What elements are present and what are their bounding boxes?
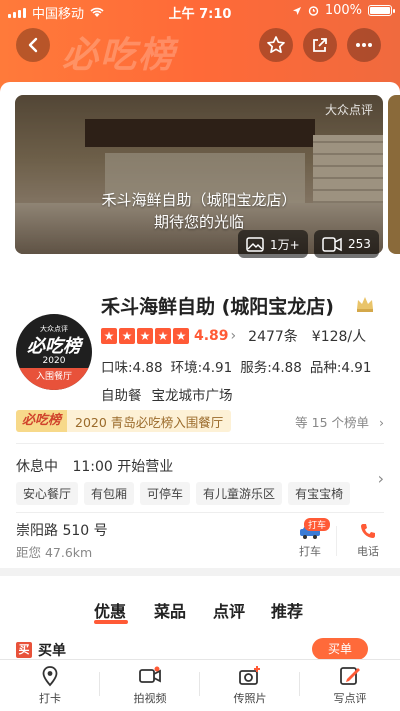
rating-score: 4.89 [194,328,229,344]
tab-bar: 优惠 菜品 点评 推荐 [0,598,400,628]
share-button[interactable] [303,28,337,62]
chevron-right-icon: › [230,328,237,344]
facility-tag: 安心餐厅 [16,482,79,505]
taxi-button[interactable]: 打车 打车 [290,518,330,559]
star-rating: ★ ★ ★ ★ ★ [101,328,189,344]
tab-recommend[interactable]: 推荐 [271,598,303,622]
rank-badge: 必吃榜 2020 青岛必吃榜入围餐厅 [16,410,232,432]
rank-more[interactable]: 等 15 个榜单 › [295,412,384,431]
address-street[interactable]: 崇阳路 510 号 [16,520,108,540]
video-icon [322,236,342,252]
more-button[interactable] [347,28,381,62]
chevron-right-icon: › [379,415,384,430]
star-icon: ★ [173,328,189,344]
facility-tag: 有包厢 [84,482,135,505]
bottom-action-bar: 打卡 拍视频 传照片 写点评 [0,659,400,711]
chevron-right-icon[interactable]: › [378,469,384,488]
divider [16,443,384,444]
record-video-button[interactable]: 拍视频 [100,660,200,711]
divider [16,512,384,513]
score-environment: 环境:4.91 [170,360,233,376]
must-eat-logo: 大众点评 必吃榜 2020 入围餐厅 [16,314,92,390]
tab-deals[interactable]: 优惠 [94,598,126,622]
hours-status: 休息中 [16,459,58,475]
shop-name: 禾斗海鲜自助 (城阳宝龙店) [101,296,334,318]
battery-label: 100% [324,3,362,18]
area-label[interactable]: 宝龙城市广场 [152,384,233,404]
star-outline-icon [267,36,285,54]
buy-badge-icon: 买 [16,642,32,658]
favorite-button[interactable] [259,28,293,62]
address-actions: 打车 打车 电话 [288,518,388,562]
category-label[interactable]: 自助餐 [101,384,142,404]
star-icon: ★ [119,328,135,344]
photo-watermark: 大众点评 [324,103,373,117]
review-count: 2477条 [248,329,298,345]
edit-icon [340,667,360,685]
facility-tag: 有儿童游乐区 [196,482,283,505]
upload-photo-button[interactable]: 传照片 [200,660,300,711]
shop-categories: 自助餐 宝龙城市广场 [101,384,233,404]
score-variety: 品种:4.91 [309,360,372,376]
checkin-button[interactable]: 打卡 [0,660,100,711]
chevron-left-icon [28,37,38,53]
rank-text: 2020 青岛必吃榜入围餐厅 [75,414,224,430]
write-review-button[interactable]: 写点评 [300,660,400,711]
sub-scores: 口味:4.88 环境:4.91 服务:4.88 品种:4.91 [101,356,371,376]
active-tab-indicator [94,620,128,624]
next-hero-image[interactable] [388,95,400,254]
phone-icon [361,524,375,538]
buy-row: 买 买单 [16,640,66,660]
score-service: 服务:4.88 [240,360,302,376]
buy-label: 买单 [38,643,66,659]
photos-button[interactable]: 1万+ [238,230,308,258]
hero-caption: 禾斗海鲜自助（城阳宝龙店） 期待您的光临 [101,191,297,231]
star-icon: ★ [101,328,117,344]
back-button[interactable] [16,28,50,62]
facility-tags: 安心餐厅 有包厢 可停车 有儿童游乐区 有宝宝椅 [16,482,351,505]
location-pin-icon [42,666,58,687]
videos-button[interactable]: 253 [314,230,379,258]
business-hours[interactable]: 休息中 11:00 开始营业 [16,456,173,476]
hours-open-text: 11:00 开始营业 [72,459,174,475]
address-distance: 距您 47.6km [16,545,93,560]
more-dots-icon [356,43,372,47]
facility-tag: 可停车 [140,482,191,505]
score-taste: 口味:4.88 [101,360,163,376]
share-icon [313,38,327,52]
crown-icon [357,297,373,312]
image-icon [246,236,264,252]
avg-price: ¥128/人 [311,329,367,345]
video-camera-icon [139,666,161,683]
taxi-badge: 打车 [304,518,330,531]
buy-button[interactable]: 买单 [312,638,368,660]
alarm-icon [308,6,319,16]
tab-dishes[interactable]: 菜品 [154,598,186,622]
nav-bar: 必吃榜 [0,24,400,76]
phone-button[interactable]: 电话 [348,522,388,559]
rating-row[interactable]: ★ ★ ★ ★ ★ 4.89 › 2477条 ¥128/人 [101,326,366,346]
star-icon: ★ [155,328,171,344]
battery-icon [368,5,395,16]
facility-tag: 有宝宝椅 [288,482,351,505]
location-icon [292,6,301,15]
camera-plus-icon [239,666,260,685]
star-icon: ★ [137,328,153,344]
shop-info-card: 大众点评 禾斗海鲜自助（城阳宝龙店） 期待您的光临 1万+ 253 大众点评 必… [0,82,400,568]
rank-tag: 必吃榜 [16,410,68,432]
nav-watermark-title: 必吃榜 [62,35,177,76]
tab-reviews[interactable]: 点评 [213,598,245,622]
rank-row[interactable]: 必吃榜 2020 青岛必吃榜入围餐厅 等 15 个榜单 › [16,410,384,432]
status-bar: 中国移动 上午 7:10 100% [0,0,400,22]
